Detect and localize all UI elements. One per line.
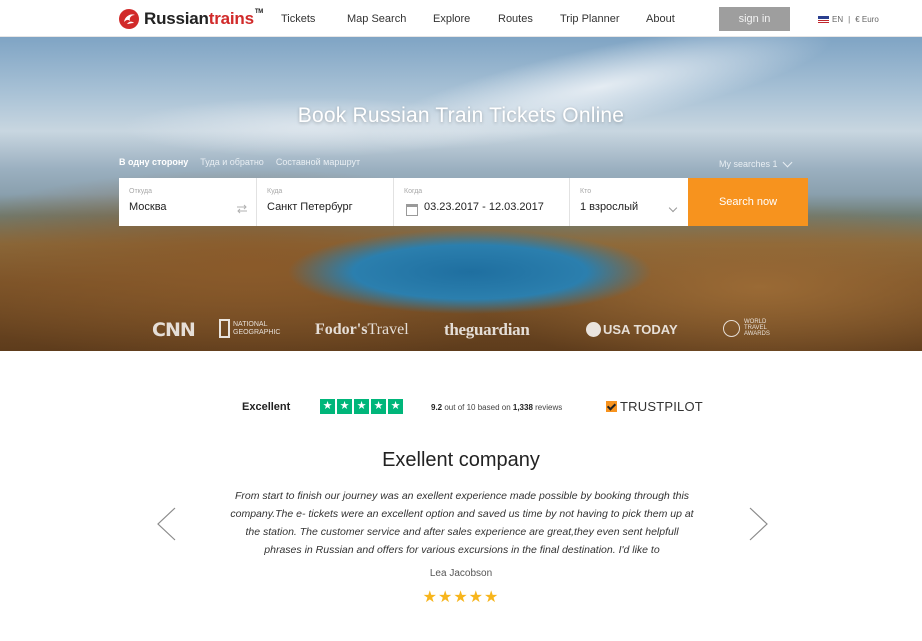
national-geographic-logo: NATIONAL GEOGRAPHIC: [219, 319, 280, 338]
hero-title: Book Russian Train Tickets Online: [297, 104, 625, 127]
trustpilot-score-value: 9.2: [431, 403, 443, 412]
world-travel-awards-logo: WORLD TRAVEL AWARDS: [723, 319, 770, 337]
date-field[interactable]: Когда 03.23.2017 - 12.03.2017: [394, 178, 570, 226]
press-logos: CNN NATIONAL GEOGRAPHIC Fodor'sTravel the…: [0, 319, 922, 345]
language-currency-selector[interactable]: EN | € Euro: [818, 15, 879, 24]
review-stars: ★★★★★: [422, 589, 500, 606]
trustpilot-logo[interactable]: TRUSTPILOT: [606, 399, 703, 414]
hero-banner: Book Russian Train Tickets Online В одну…: [0, 37, 922, 351]
swap-icon[interactable]: [236, 204, 248, 214]
trustpilot-star-icon: ★: [354, 399, 369, 414]
carousel-prev-arrow-icon[interactable]: [155, 507, 179, 541]
usa-today-dot-icon: [586, 322, 601, 337]
trustpilot-score-suffix: out of 10 based on: [444, 403, 511, 412]
review-text: From start to finish our journey was an …: [230, 490, 694, 556]
fodors-thin: Travel: [367, 321, 409, 338]
nav-tickets[interactable]: Tickets: [281, 13, 315, 25]
from-value: Москва: [129, 201, 167, 213]
from-field[interactable]: Откуда Москва: [119, 178, 257, 226]
to-value: Санкт Петербург: [267, 201, 353, 213]
passengers-label: Кто: [580, 188, 592, 195]
nav-map-search[interactable]: Map Search: [347, 13, 406, 25]
wta-line3: AWARDS: [744, 331, 770, 337]
tab-multi-route[interactable]: Составной маршрут: [276, 157, 360, 167]
passengers-value: 1 взрослый: [580, 201, 639, 213]
natgeo-line1: NATIONAL: [233, 320, 268, 328]
cnn-logo: CNN: [152, 319, 196, 341]
usa-today-logo: USA TODAY: [586, 322, 678, 337]
us-flag-icon: [818, 16, 829, 23]
trustpilot-rating-word: Excellent: [242, 401, 291, 413]
trustpilot-stars: ★ ★ ★ ★ ★: [320, 399, 403, 414]
trustpilot-check-icon: [606, 401, 617, 412]
review-title: Exellent company: [382, 449, 540, 471]
top-header: RussiantrainsTM Tickets Map Search Explo…: [0, 0, 922, 37]
wta-text: WORLD TRAVEL AWARDS: [744, 319, 770, 337]
to-field[interactable]: Куда Санкт Петербург: [257, 178, 394, 226]
my-searches-label: My searches 1: [719, 159, 778, 169]
passengers-select[interactable]: Кто 1 взрослый: [570, 178, 688, 226]
logo-text-part1: Russian: [144, 9, 209, 28]
lang-separator: |: [848, 15, 851, 24]
natgeo-line2: GEOGRAPHIC: [233, 328, 281, 336]
nav-explore[interactable]: Explore: [433, 13, 470, 25]
trustpilot-star-icon: ★: [371, 399, 386, 414]
my-searches-dropdown[interactable]: My searches 1: [719, 157, 792, 169]
trustpilot-review-count: 1,338: [512, 403, 533, 412]
guardian-logo: theguardian: [444, 320, 530, 339]
tab-one-way[interactable]: В одну сторону: [119, 157, 188, 167]
firebird-logo-icon: [119, 9, 139, 29]
fodors-travel-logo: Fodor'sTravel: [315, 321, 409, 339]
from-label: Откуда: [129, 188, 153, 195]
date-value: 03.23.2017 - 12.03.2017: [424, 201, 544, 213]
globe-icon: [723, 319, 740, 337]
logo-text-part2: trains: [208, 9, 254, 28]
trustpilot-reviews-word: reviews: [535, 403, 563, 412]
calendar-icon: [406, 204, 418, 216]
chevron-down-icon: [782, 157, 792, 167]
site-logo[interactable]: RussiantrainsTM: [118, 6, 263, 32]
logo-text: RussiantrainsTM: [144, 9, 263, 29]
natgeo-text: NATIONAL GEOGRAPHIC: [233, 321, 280, 337]
trustpilot-bar: Excellent ★ ★ ★ ★ ★ 9.2 out of 10 based …: [0, 398, 922, 418]
trustpilot-star-icon: ★: [337, 399, 352, 414]
trustpilot-brand-text: TRUSTPILOT: [620, 399, 703, 414]
search-form: Откуда Москва Куда Санкт Петербург Когда…: [119, 178, 808, 226]
natgeo-frame-icon: [219, 319, 230, 338]
to-label: Куда: [267, 188, 283, 195]
date-label: Когда: [404, 188, 423, 195]
fodors-bold: Fodor's: [315, 321, 368, 338]
trip-type-tabs: В одну сторону Туда и обратно Составной …: [119, 157, 360, 167]
trustpilot-star-icon: ★: [320, 399, 335, 414]
search-now-button[interactable]: Search now: [688, 178, 808, 226]
currency-label: € Euro: [855, 15, 879, 24]
tab-round-trip[interactable]: Туда и обратно: [200, 157, 264, 167]
trustpilot-star-icon: ★: [388, 399, 403, 414]
nav-trip-planner[interactable]: Trip Planner: [560, 13, 620, 25]
logo-trademark: TM: [254, 9, 264, 15]
carousel-next-arrow-icon[interactable]: [746, 507, 770, 541]
nav-routes[interactable]: Routes: [498, 13, 533, 25]
sign-in-button[interactable]: sign in: [719, 7, 790, 31]
trustpilot-score: 9.2 out of 10 based on 1,338 reviews: [431, 403, 562, 412]
nav-about[interactable]: About: [646, 13, 675, 25]
usa-today-text: USA TODAY: [603, 322, 678, 337]
reviewer-name: Lea Jacobson: [429, 568, 493, 579]
language-label: EN: [832, 15, 844, 24]
